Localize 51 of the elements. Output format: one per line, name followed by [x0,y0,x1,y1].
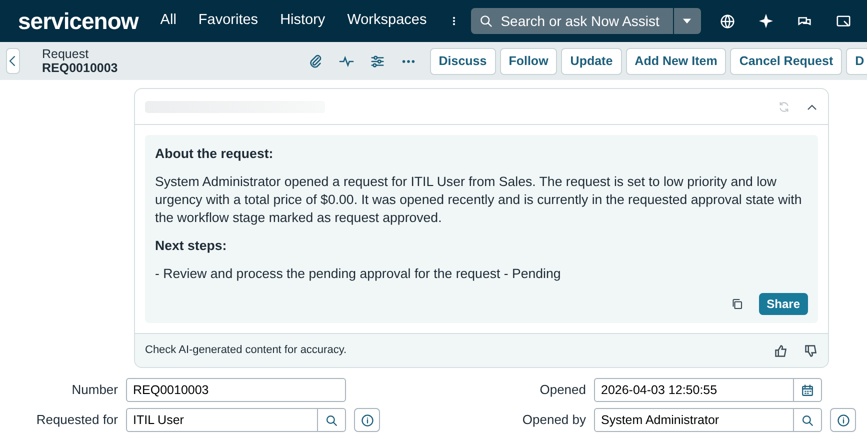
copy-icon[interactable] [730,298,743,310]
search-icon [801,414,814,426]
info-button[interactable] [830,408,856,432]
field-label: Requested for [35,411,119,430]
screen-icon[interactable] [836,14,851,28]
search-icon [478,14,493,28]
dropdown-button[interactable] [672,8,701,34]
lookup-button[interactable] [794,408,822,432]
next-step-text: - Review and process the pending approval for the request - Pending [155,265,562,283]
thumbs-up-icon[interactable] [774,344,788,358]
input-field[interactable]: System Administrator [594,408,794,432]
disclaimer-text: Check AI-generated content for accuracy. [145,343,347,358]
record-action-button[interactable]: Discuss [430,48,496,74]
field-label: Number [70,381,119,400]
input-field[interactable]: REQ0010003 [126,378,346,402]
pulse-icon[interactable] [338,54,354,68]
record-action-button[interactable]: Follow [500,48,558,74]
sparkle-icon[interactable] [759,14,773,28]
nav-link[interactable]: History [280,10,326,32]
input-field[interactable]: 2026-04-03 12:50:55 [594,378,794,402]
info-icon [360,414,374,426]
record-number: REQ0010003 [42,61,118,75]
sliders-icon[interactable] [370,54,385,68]
search-field[interactable]: Search or ask Now Assist [470,8,673,34]
record-action-button[interactable]: Add New Item [626,48,726,74]
share-button[interactable]: Share [758,293,808,315]
record-type: Request [42,47,90,61]
info-button[interactable] [354,408,380,432]
record-action-button[interactable]: D [846,48,867,74]
search-icon [325,414,338,426]
input-field[interactable]: ITIL User [126,408,318,432]
paperclip-icon[interactable] [308,54,323,68]
summary-text: System Administrator opened a request for ITIL User from Sales. The request is set to low priority and low urgency with a total price of $0.00. It was opened recently and is currently in the requested approval state with the workflow stage marked as request approved. [155,173,803,227]
section-heading: About the request: [155,145,274,163]
lookup-button[interactable] [318,408,346,432]
section-heading: Next steps: [155,237,228,255]
field-label: Opened [538,381,587,400]
nav-link[interactable]: Workspaces [347,10,427,32]
record-action-button[interactable]: Cancel Request [730,48,842,74]
caret-icon [682,16,692,26]
back-button[interactable] [6,48,20,74]
info-icon [836,414,850,426]
record-action-button[interactable]: Update [561,48,622,74]
globe-icon[interactable] [720,14,735,28]
thumbs-down-icon[interactable] [804,344,818,358]
servicenow-logo[interactable]: servicenow [18,4,138,38]
calendar-icon [801,384,814,396]
calendar-button[interactable] [794,378,822,402]
nav-link[interactable]: All [160,10,176,32]
field-label: Opened by [521,411,587,430]
nav-link[interactable]: Favorites [198,10,258,32]
